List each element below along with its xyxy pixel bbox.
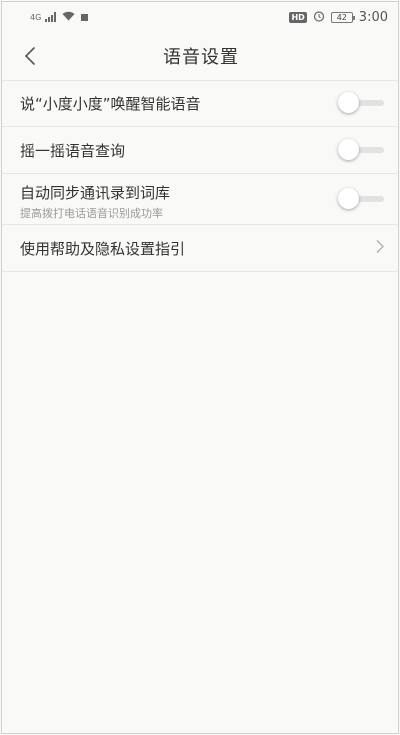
nav-bar: 语音设置 <box>2 32 400 81</box>
chevron-right-icon <box>376 239 384 258</box>
setting-row-help-privacy[interactable]: 使用帮助及隐私设置指引 <box>2 225 400 272</box>
wifi-icon <box>62 10 75 24</box>
network-type: 4G <box>30 12 42 22</box>
setting-label: 摇一摇语音查询 <box>20 141 126 160</box>
setting-row-sync-contacts[interactable]: 自动同步通讯录到词库 提高拨打电话语音识别成功率 <box>2 174 400 225</box>
status-bar: 4G HD 42 3:00 <box>2 2 400 32</box>
toggle-knob <box>338 139 359 160</box>
battery-level: 42 <box>336 12 347 22</box>
sync-contacts-toggle[interactable] <box>338 188 384 210</box>
notification-icon <box>81 13 89 21</box>
battery-icon: 42 <box>330 11 355 23</box>
toggle-knob <box>338 92 359 113</box>
settings-list: 说“小度小度”唤醒智能语音 摇一摇语音查询 自动同步通讯录到词库 提高拨打电话语… <box>2 80 400 272</box>
status-time: 3:00 <box>358 9 388 25</box>
app-frame: 4G HD 42 3:00 语音设置 说“小度小度”唤醒智能语音 摇一摇语音查询… <box>1 1 400 734</box>
toggle-knob <box>338 188 359 209</box>
shake-query-toggle[interactable] <box>338 139 384 161</box>
alarm-icon <box>313 10 325 25</box>
hd-icon: HD <box>289 11 307 23</box>
setting-label: 使用帮助及隐私设置指引 <box>20 239 186 258</box>
wake-voice-toggle[interactable] <box>338 92 384 114</box>
setting-row-wake-voice[interactable]: 说“小度小度”唤醒智能语音 <box>2 80 400 127</box>
setting-row-shake-query[interactable]: 摇一摇语音查询 <box>2 127 400 174</box>
status-right: HD 42 3:00 <box>289 10 388 25</box>
setting-label: 说“小度小度”唤醒智能语音 <box>20 94 201 113</box>
chevron-left-icon <box>24 47 35 65</box>
page-title: 语音设置 <box>163 47 239 68</box>
signal-icon <box>45 12 57 22</box>
status-left: 4G <box>30 10 89 24</box>
back-button[interactable] <box>16 42 44 70</box>
